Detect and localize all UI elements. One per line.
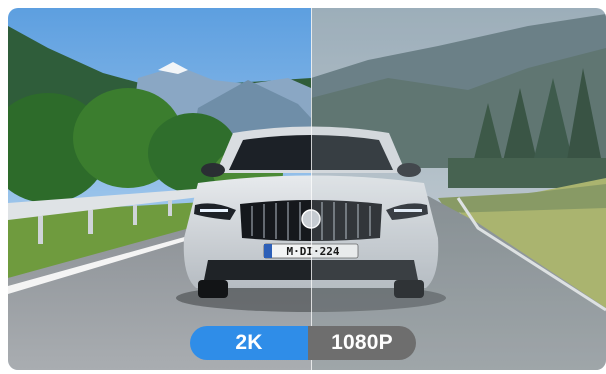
badge-2k-1440p: 2K 1440P xyxy=(190,326,308,360)
scene-illustration: M·DI·224 xyxy=(8,8,606,370)
resolution-badges: 2K 1440P 1080P xyxy=(190,326,416,360)
split-divider xyxy=(311,8,312,370)
badge-1080p: 1080P xyxy=(308,326,416,360)
comparison-image: M·DI·224 xyxy=(8,8,606,370)
license-plate: M·DI·224 xyxy=(287,245,340,258)
